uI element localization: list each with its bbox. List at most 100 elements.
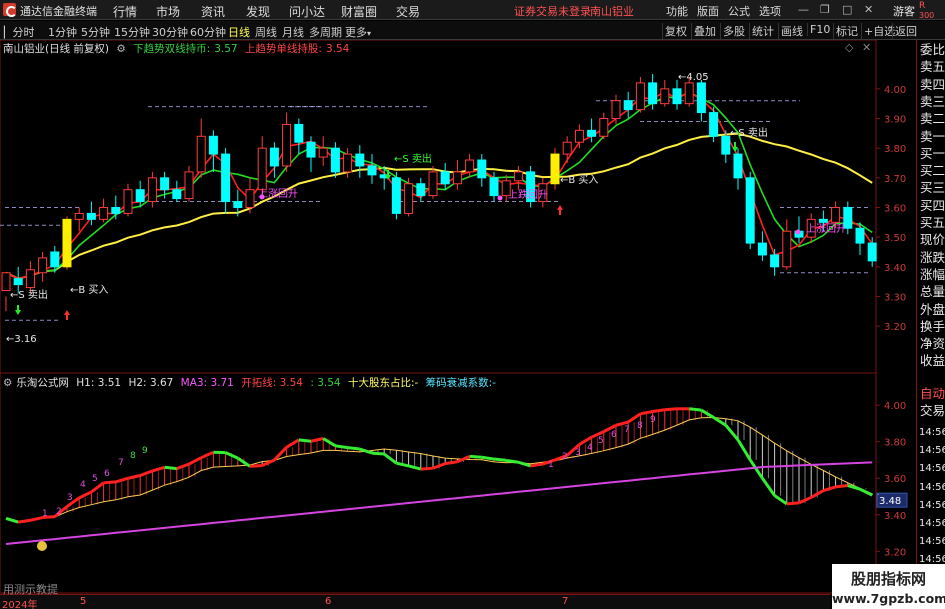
watermark-url: www.7gpzb.com: [832, 591, 945, 606]
quote-label[interactable]: 涨幅: [920, 267, 945, 282]
quote-label[interactable]: 卖二: [920, 112, 945, 126]
sequence-number-2: 9: [650, 415, 656, 425]
adjust-button[interactable]: 复权: [662, 23, 689, 39]
quote-label[interactable]: 买三: [920, 181, 945, 195]
period-tab-daily[interactable]: 日线: [228, 24, 250, 40]
multi-stock-button[interactable]: 多股: [720, 23, 747, 39]
period-tab-15min[interactable]: 15分钟: [114, 24, 150, 40]
buy-signal-label: ←B 买入: [70, 284, 108, 296]
app-logo-icon: [3, 3, 17, 17]
menu-item-market[interactable]: 市场: [156, 3, 180, 20]
restore-icon[interactable]: ❐: [820, 3, 830, 16]
quote-label[interactable]: 买四: [920, 198, 945, 213]
quote-label[interactable]: 净资: [920, 337, 945, 351]
period-tab-1min[interactable]: 1分钟: [48, 24, 77, 40]
back-button[interactable]: 返回: [892, 23, 919, 39]
menu-item-wealth[interactable]: 财富圈: [341, 3, 377, 20]
candle-body: [745, 177, 755, 244]
period-tab-multi[interactable]: 多周期: [309, 24, 342, 40]
overlay-button[interactable]: 叠加: [691, 23, 718, 39]
menu-options[interactable]: 选项: [759, 3, 781, 19]
quote-label[interactable]: 卖一: [920, 129, 945, 144]
period-tab-5min[interactable]: 5分钟: [81, 24, 110, 40]
main-y-tick-label: 3.30: [884, 292, 906, 303]
sequence-number-2: 8: [637, 421, 643, 431]
upper-band-segment: [761, 477, 776, 497]
candle-body: [1, 272, 11, 292]
trade-label[interactable]: 交易: [920, 404, 945, 418]
side-panel-r-value: 300: [919, 11, 935, 20]
quote-label[interactable]: 总量: [920, 285, 945, 299]
trade-login-warning[interactable]: 证券交易未登录: [514, 3, 591, 19]
candle-body: [221, 153, 231, 203]
menu-item-quotes[interactable]: 行情: [113, 3, 137, 20]
minimize-icon[interactable]: —: [798, 3, 809, 16]
period-tab-weekly[interactable]: 周线: [255, 24, 277, 40]
menu-item-discover[interactable]: 发现: [246, 3, 270, 20]
quote-label[interactable]: 委比: [920, 43, 945, 57]
quote-label[interactable]: 现价: [920, 233, 945, 247]
signal-dot: [259, 194, 265, 200]
chevron-down-icon: ▾: [367, 29, 372, 38]
quote-label[interactable]: 换手: [920, 319, 945, 334]
period-toolbar: ▏分时 1分钟 5分钟 15分钟 30分钟 60分钟 日线 周线 月线 多周期 …: [0, 21, 945, 40]
candle-body: [623, 100, 633, 111]
upper-band-segment: [310, 437, 324, 443]
candle-body: [867, 242, 877, 262]
menu-function[interactable]: 功能: [666, 3, 688, 19]
statistics-button[interactable]: 统计: [749, 23, 776, 39]
candlesticks: [1, 74, 877, 312]
period-tab-monthly[interactable]: 月线: [282, 24, 304, 40]
upper-band-segment: [200, 450, 215, 460]
quote-label[interactable]: 卖三: [920, 94, 945, 109]
menu-item-trade[interactable]: 交易: [396, 3, 420, 20]
sequence-number-2: 2: [562, 452, 568, 462]
mark-button[interactable]: 标记: [833, 23, 860, 39]
sequence-number-2: 1: [548, 460, 554, 470]
quote-label[interactable]: 卖五: [920, 60, 945, 74]
upper-band-segment: [164, 465, 177, 471]
quote-label[interactable]: 涨跌: [920, 250, 945, 265]
upper-band-segment: [505, 458, 519, 464]
period-tab-more[interactable]: 更多▾: [345, 24, 371, 40]
candle-body: [587, 129, 597, 137]
quote-label[interactable]: 买五: [920, 216, 945, 230]
bottom-status-bar: 2024年 5 6 7: [0, 594, 830, 609]
quote-label[interactable]: 买一: [920, 146, 945, 161]
upper-band-segment: [736, 439, 752, 461]
guest-login[interactable]: 游客: [893, 3, 915, 19]
upper-band-segment: [859, 487, 873, 497]
auto-label[interactable]: 自动: [920, 387, 945, 401]
upper-band-segment: [5, 517, 19, 524]
quote-side-panel: R 300 委比 卖五 卖四 卖三 卖二 卖一 买一 买二 买三 买四 买五 现价 涨跌 涨幅 总量 外盘 换手…: [916, 1, 945, 609]
tick-time: 14:56: [919, 463, 945, 475]
upper-band-segment: [298, 438, 312, 443]
period-tab-60min[interactable]: 60分钟: [190, 24, 226, 40]
menu-item-ask[interactable]: 问小达: [289, 3, 325, 20]
candle-body: [147, 177, 157, 203]
period-tab-30min[interactable]: 30分钟: [152, 24, 188, 40]
watermark-title: 股朋指标网: [850, 570, 926, 588]
menu-item-news[interactable]: 资讯: [201, 3, 225, 20]
menu-formula[interactable]: 公式: [728, 3, 750, 19]
quote-label[interactable]: 收益: [920, 354, 945, 368]
sub-y-tick-label: 3.40: [884, 511, 906, 522]
f10-button[interactable]: F10: [807, 23, 832, 36]
quote-label[interactable]: 买二: [920, 164, 945, 178]
upper-band-segment: [359, 447, 373, 455]
quote-label[interactable]: 卖四: [920, 77, 945, 92]
upper-band-segment: [115, 476, 129, 484]
quote-label[interactable]: 外盘: [920, 302, 945, 317]
candle-body: [574, 129, 584, 143]
close-icon[interactable]: ✕: [864, 3, 873, 16]
draw-line-button[interactable]: 画线: [778, 23, 805, 39]
candle-body: [391, 177, 401, 214]
menu-layout[interactable]: 版面: [697, 3, 719, 19]
buy-signal-label-2: ←B 买入: [560, 174, 598, 186]
candle-body: [599, 117, 609, 137]
period-tab-intraday[interactable]: ▏分时: [4, 24, 34, 40]
upper-band-segment: [335, 444, 348, 450]
sequence-number-2: 7: [624, 425, 630, 435]
kline-chart[interactable]: 4.00 3.90 3.80 3.70 3.60 3.50 3.40 3.30 3.20 4.0…: [0, 40, 916, 594]
maximize-icon[interactable]: □: [842, 3, 852, 16]
